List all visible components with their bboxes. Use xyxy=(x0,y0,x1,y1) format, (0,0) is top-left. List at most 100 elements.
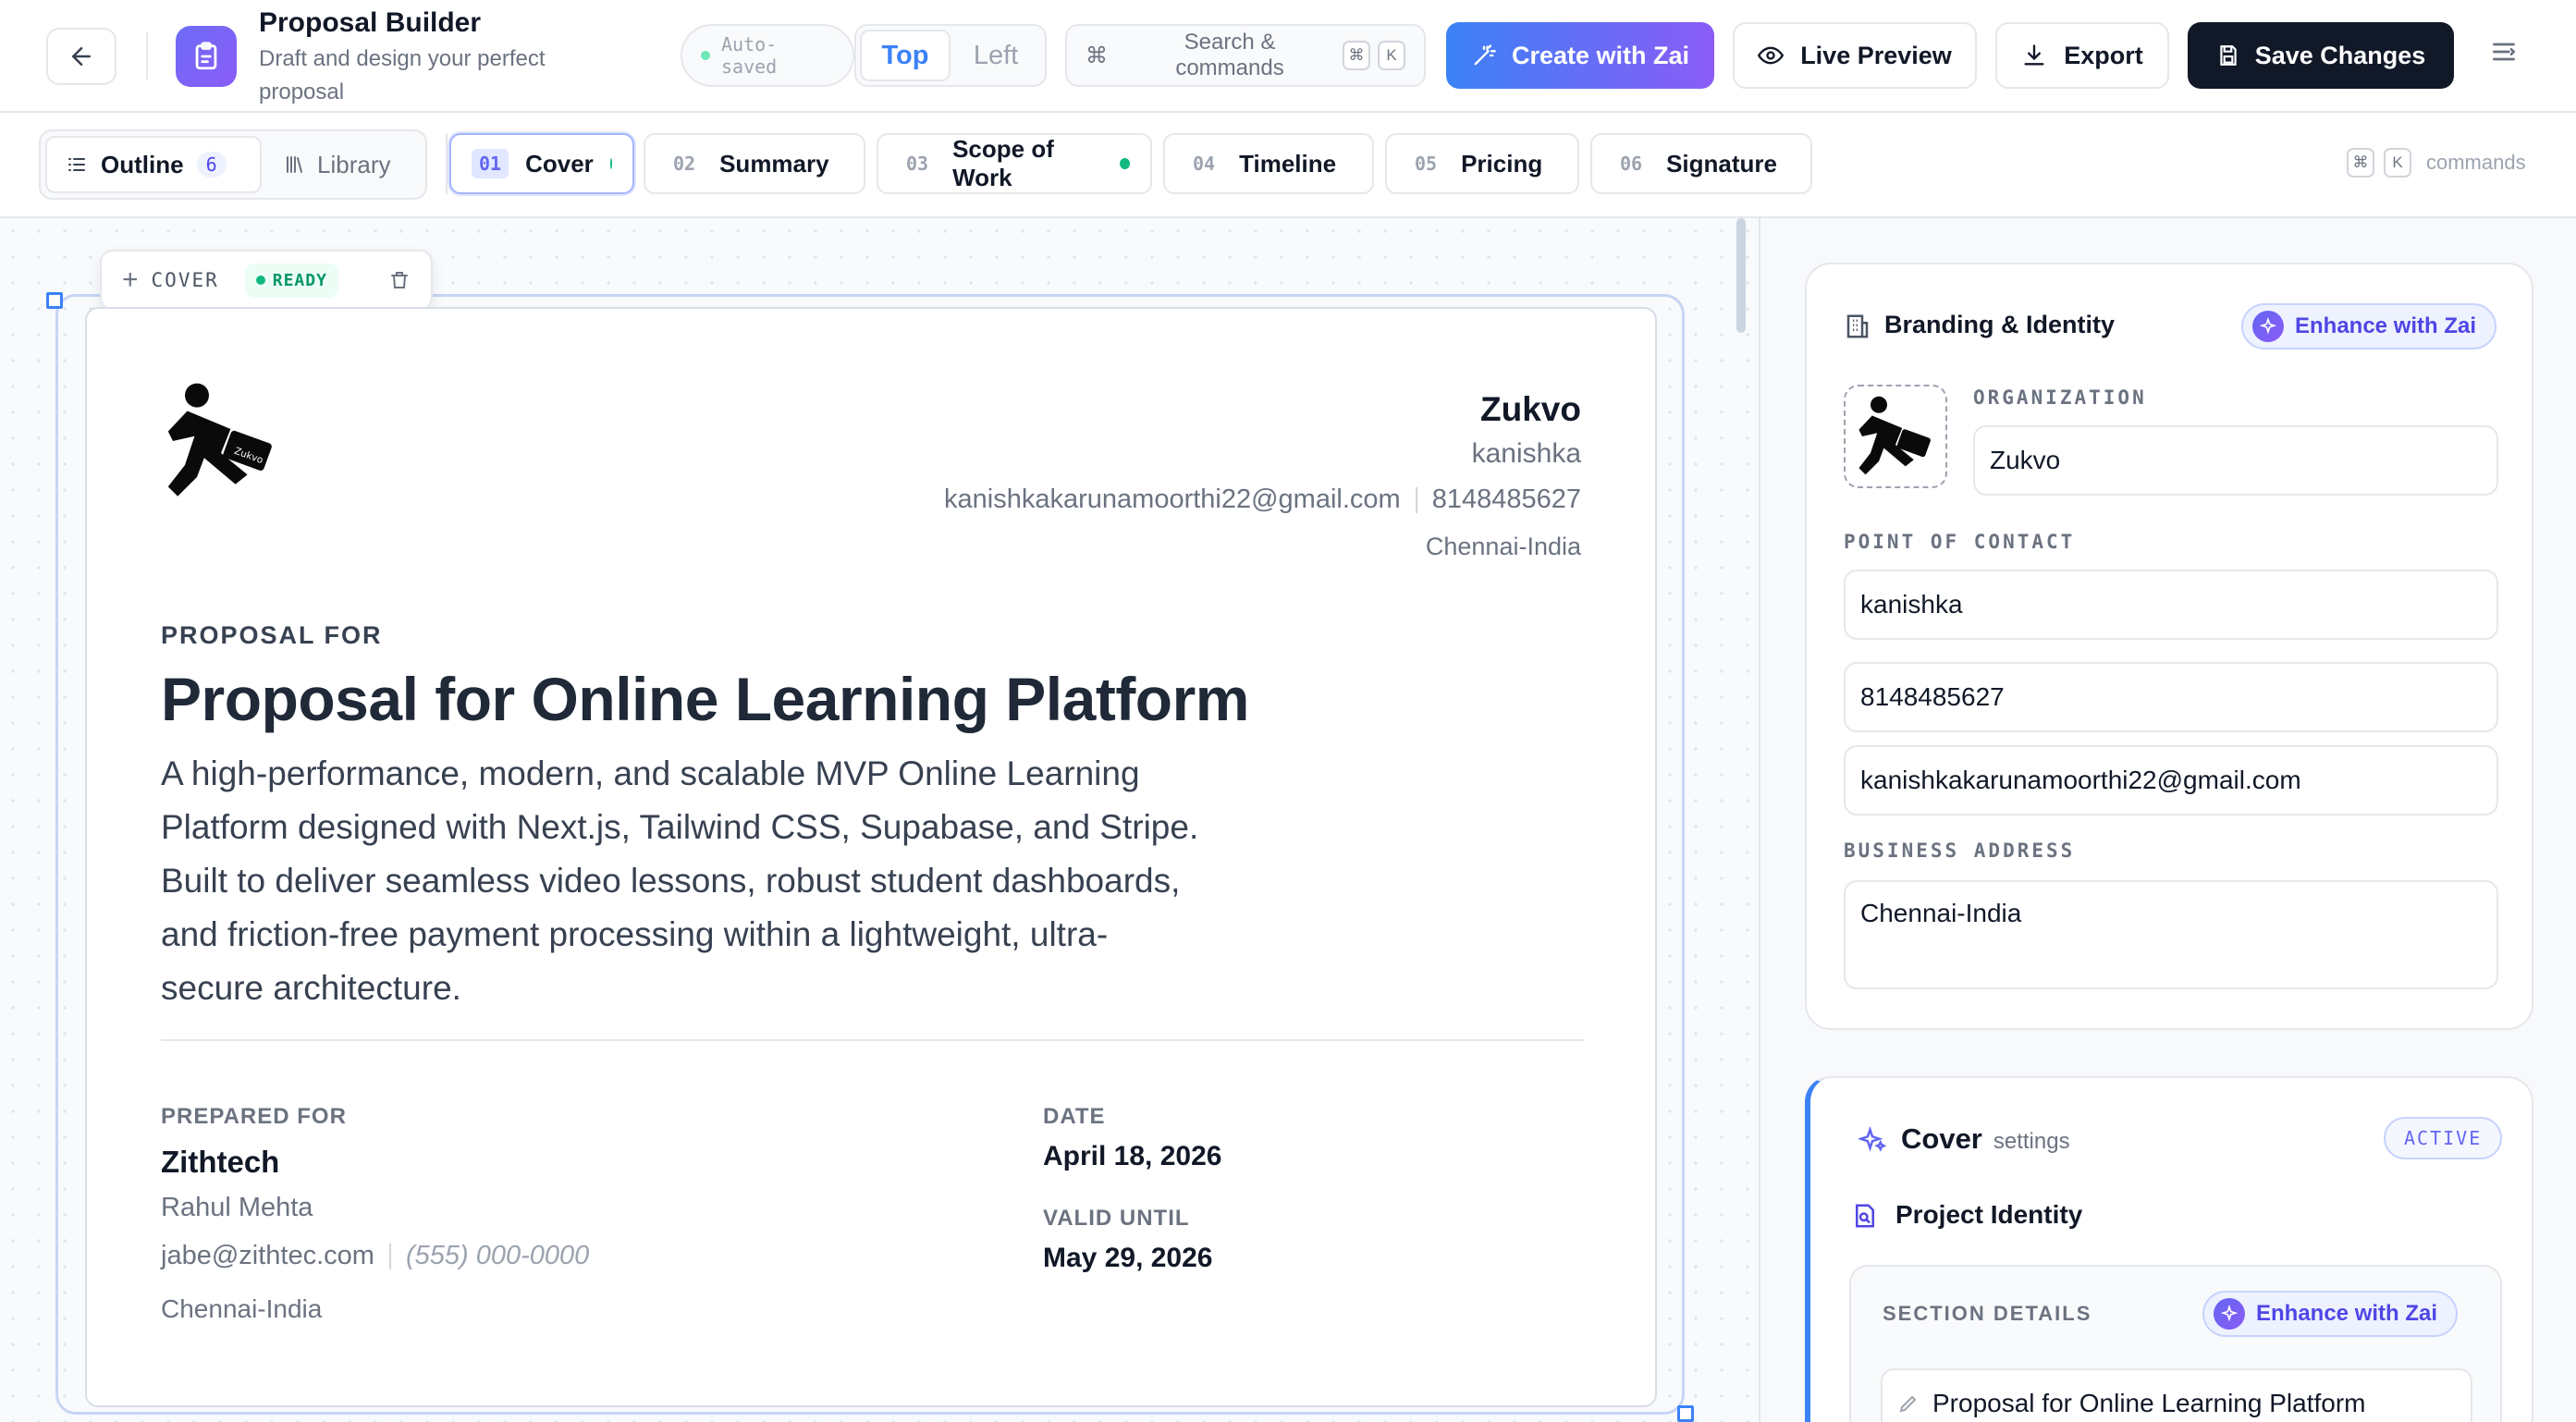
contact-address: Chennai-India xyxy=(1425,533,1581,560)
sparkle-icon xyxy=(2252,311,2284,342)
search-label-line1: Search & xyxy=(1184,30,1276,55)
business-address-label: BUSINESS ADDRESS xyxy=(1844,840,2076,862)
client-name: Rahul Mehta xyxy=(161,1193,313,1222)
proposal-title-field[interactable]: Proposal for Online Learning Platform xyxy=(1881,1368,2472,1422)
outline-library-switch: Outline 6 Library xyxy=(39,129,427,200)
autosave-line2: saved xyxy=(721,55,778,78)
block-toolbar: + COVER READY xyxy=(100,250,433,311)
autosave-line1: Auto- xyxy=(721,33,778,55)
shortcut-cmd-key: ⌘ xyxy=(2347,148,2374,178)
tab-scope-of-work[interactable]: 03 Scope of Work xyxy=(877,133,1152,194)
save-changes-button[interactable]: Save Changes xyxy=(2188,22,2454,89)
autosave-indicator: Auto- saved xyxy=(681,24,854,87)
library-icon xyxy=(287,156,302,173)
app-subtitle-line2: proposal xyxy=(259,80,345,104)
client-phone-placeholder: (555) 000-0000 xyxy=(405,1241,590,1270)
ready-dot xyxy=(255,276,265,285)
enhance-with-zai-button[interactable]: Enhance with Zai xyxy=(2241,303,2497,349)
live-preview-label: Live Preview xyxy=(1800,41,1952,69)
layout-toggle: Top Left xyxy=(854,24,1047,87)
commands-label: commands xyxy=(2426,151,2526,174)
tab-cover[interactable]: 01 Cover xyxy=(449,133,634,194)
tab-summary[interactable]: 02 Summary xyxy=(644,133,865,194)
live-preview-button[interactable]: Live Preview xyxy=(1733,22,1977,89)
tab-number: 05 xyxy=(1415,153,1438,175)
contact-line: kanishkakarunamoorthi22@gmail.com 814848… xyxy=(944,484,1581,515)
valid-until-value: May 29, 2026 xyxy=(1043,1243,1213,1273)
search-commands-button[interactable]: ⌘ Search & commands ⌘ K xyxy=(1065,24,1426,87)
section-divider xyxy=(161,1039,1585,1041)
tab-number: 06 xyxy=(1620,153,1643,175)
resize-handle-bottom-right[interactable] xyxy=(1677,1405,1694,1422)
poc-phone-field[interactable]: 8148485627 xyxy=(1844,662,2498,732)
date-label: DATE xyxy=(1043,1104,1106,1129)
active-badge: ACTIVE xyxy=(2384,1117,2503,1159)
tabbar-divider xyxy=(446,133,448,194)
prepared-for-label: PREPARED FOR xyxy=(161,1104,347,1129)
tab-label: Scope of Work xyxy=(952,135,1054,191)
block-section-label: COVER xyxy=(151,269,219,291)
tab-pricing[interactable]: 05 Pricing xyxy=(1385,133,1579,194)
company-logo: Zukvo xyxy=(161,381,281,501)
autosave-dot xyxy=(701,51,710,60)
org-logo-thumbnail[interactable] xyxy=(1844,385,1947,488)
org-name: Zukvo xyxy=(1480,390,1581,428)
tab-label: Pricing xyxy=(1461,149,1543,178)
export-button[interactable]: Export xyxy=(1995,22,2169,89)
library-tab[interactable]: Library xyxy=(265,136,421,193)
document-search-icon xyxy=(1856,1204,1874,1228)
poc-email-field[interactable]: kanishkakarunamoorthi22@gmail.com xyxy=(1844,745,2498,815)
cover-page[interactable]: Zukvo Zukvo kanishka kanishkakarunamoort… xyxy=(85,307,1657,1407)
ready-label: READY xyxy=(272,270,327,290)
cover-settings-card: Cover settings ACTIVE Project Identity S… xyxy=(1805,1076,2533,1422)
contact-phone: 8148485627 xyxy=(1431,484,1581,514)
eye-icon xyxy=(1758,46,1785,65)
layout-option-top[interactable]: Top xyxy=(860,30,951,81)
delete-block-button[interactable] xyxy=(388,269,411,291)
shortcut-cmd-key: ⌘ xyxy=(1343,41,1370,70)
organization-field[interactable]: Zukvo xyxy=(1973,425,2498,496)
section-tab-bar: Outline 6 Library 01 Cover 02 Summary 03… xyxy=(0,113,2576,218)
organization-label: ORGANIZATION xyxy=(1973,386,2147,409)
create-label: Create with Zai xyxy=(1511,41,1690,69)
enhance-label: Enhance with Zai xyxy=(2295,313,2477,338)
tab-timeline[interactable]: 04 Timeline xyxy=(1163,133,1374,194)
canvas-scrollbar[interactable] xyxy=(1736,218,1746,333)
tab-number: 02 xyxy=(673,153,696,175)
cover-settings-heading: Cover xyxy=(1901,1122,1982,1155)
client-address: Chennai-India xyxy=(161,1294,323,1323)
section-details-box: SECTION DETAILS Enhance with Zai Proposa… xyxy=(1849,1265,2502,1422)
status-badge: READY xyxy=(244,263,338,298)
poc-name-field[interactable]: kanishka xyxy=(1844,570,2498,640)
tab-label: Signature xyxy=(1666,149,1778,178)
resize-handle-top-left[interactable] xyxy=(46,292,63,309)
separator xyxy=(388,1243,391,1269)
proposal-for-label: PROPOSAL FOR xyxy=(161,621,383,649)
tab-number: 03 xyxy=(906,153,929,175)
layout-option-left[interactable]: Left xyxy=(951,30,1041,81)
tab-label: Timeline xyxy=(1239,149,1337,178)
description-line: Built to deliver seamless video lessons,… xyxy=(161,862,1181,900)
business-address-field[interactable]: Chennai-India xyxy=(1844,880,2498,989)
command-icon: ⌘ xyxy=(1086,43,1108,68)
app-subtitle-line1: Draft and design your perfect xyxy=(259,46,546,71)
outline-tab[interactable]: Outline 6 xyxy=(45,136,262,193)
app-header: Proposal Builder Draft and design your p… xyxy=(0,0,2576,113)
library-label: Library xyxy=(317,150,391,178)
tab-signature[interactable]: 06 Signature xyxy=(1590,133,1812,194)
running-man-logo xyxy=(1858,396,1931,475)
app-title: Proposal Builder xyxy=(259,7,482,38)
outline-label: Outline xyxy=(101,150,184,178)
back-button[interactable] xyxy=(46,28,117,85)
description-line: secure architecture. xyxy=(161,969,461,1007)
list-icon xyxy=(68,158,85,171)
section-details-label: SECTION DETAILS xyxy=(1883,1302,2092,1325)
enhance-with-zai-button[interactable]: Enhance with Zai xyxy=(2202,1291,2459,1337)
create-with-zai-button[interactable]: Create with Zai xyxy=(1446,22,1714,89)
menu-button[interactable] xyxy=(2489,37,2526,74)
header-divider xyxy=(146,31,148,80)
contact-email: kanishkakarunamoorthi22@gmail.com xyxy=(944,484,1401,514)
cover-settings-title: Cover settings xyxy=(1901,1122,2070,1156)
plus-icon[interactable]: + xyxy=(122,266,139,294)
status-dot-green xyxy=(1120,158,1130,169)
